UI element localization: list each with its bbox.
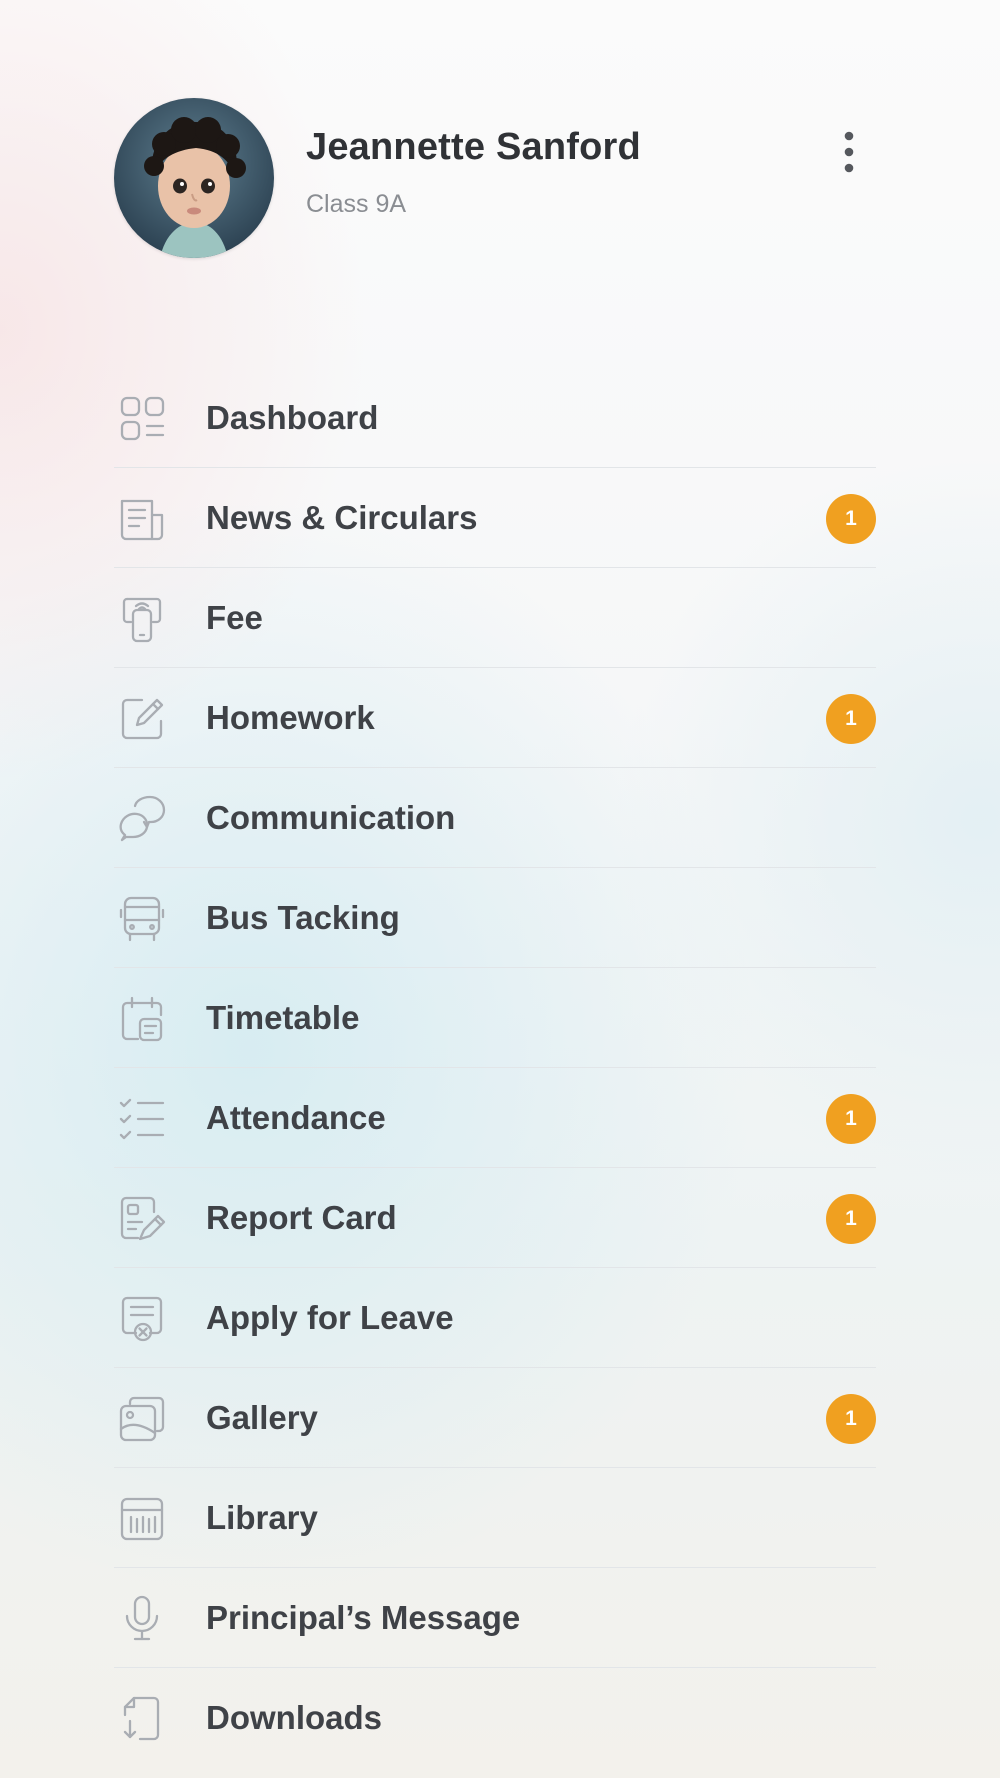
newspaper-icon xyxy=(116,493,168,545)
menu-label: Attendance xyxy=(206,1099,386,1136)
menu-label: Dashboard xyxy=(206,399,379,436)
menu-item-news-circulars[interactable]: News & Circulars 1 xyxy=(114,468,876,568)
profile-class: Class 9A xyxy=(306,190,407,218)
dashboard-icon xyxy=(116,393,168,445)
profile-name: Jeannette Sanford xyxy=(306,126,641,168)
menu-label: Fee xyxy=(206,599,263,636)
gallery-icon xyxy=(116,1393,168,1445)
menu-item-bus-tracking[interactable]: Bus Tacking xyxy=(114,868,876,968)
menu-label: Principal’s Message xyxy=(206,1599,521,1636)
chat-bubbles-icon xyxy=(116,793,168,845)
menu-item-dashboard[interactable]: Dashboard xyxy=(114,368,876,468)
payment-phone-icon xyxy=(116,593,168,645)
microphone-icon xyxy=(116,1593,168,1645)
report-card-icon xyxy=(116,1193,168,1245)
menu-item-apply-for-leave[interactable]: Apply for Leave xyxy=(114,1268,876,1368)
menu-item-timetable[interactable]: Timetable xyxy=(114,968,876,1068)
download-file-icon xyxy=(116,1693,168,1745)
edit-note-icon xyxy=(116,693,168,745)
menu-label: Gallery xyxy=(206,1399,318,1436)
menu-label: Bus Tacking xyxy=(206,899,400,936)
notification-badge: 1 xyxy=(826,1394,876,1444)
notification-badge: 1 xyxy=(826,1094,876,1144)
notification-badge: 1 xyxy=(826,694,876,744)
menu-label: Communication xyxy=(206,799,456,836)
library-icon xyxy=(116,1493,168,1545)
menu-item-library[interactable]: Library xyxy=(114,1468,876,1568)
navigation-menu: Dashboard News & Circulars 1 Fee Homewor… xyxy=(114,368,876,1767)
menu-item-attendance[interactable]: Attendance 1 xyxy=(114,1068,876,1168)
calendar-icon xyxy=(116,993,168,1045)
avatar[interactable] xyxy=(114,98,274,258)
leave-form-icon xyxy=(116,1293,168,1345)
menu-item-gallery[interactable]: Gallery 1 xyxy=(114,1368,876,1468)
checklist-icon xyxy=(116,1093,168,1145)
menu-label: News & Circulars xyxy=(206,499,478,536)
menu-label: Downloads xyxy=(206,1699,383,1736)
menu-label: Report Card xyxy=(206,1199,397,1236)
menu-item-fee[interactable]: Fee xyxy=(114,568,876,668)
notification-badge: 1 xyxy=(826,494,876,544)
profile-header: Jeannette Sanford Class 9A xyxy=(114,98,874,258)
menu-item-downloads[interactable]: Downloads xyxy=(114,1668,876,1767)
menu-label: Apply for Leave xyxy=(206,1299,454,1336)
menu-item-homework[interactable]: Homework 1 xyxy=(114,668,876,768)
notification-badge: 1 xyxy=(826,1194,876,1244)
menu-item-principals-message[interactable]: Principal’s Message xyxy=(114,1568,876,1668)
bus-icon xyxy=(116,893,168,945)
menu-label: Library xyxy=(206,1499,318,1536)
more-options-icon[interactable] xyxy=(834,128,864,176)
menu-label: Timetable xyxy=(206,999,360,1036)
menu-item-communication[interactable]: Communication xyxy=(114,768,876,868)
menu-item-report-card[interactable]: Report Card 1 xyxy=(114,1168,876,1268)
menu-label: Homework xyxy=(206,699,375,736)
